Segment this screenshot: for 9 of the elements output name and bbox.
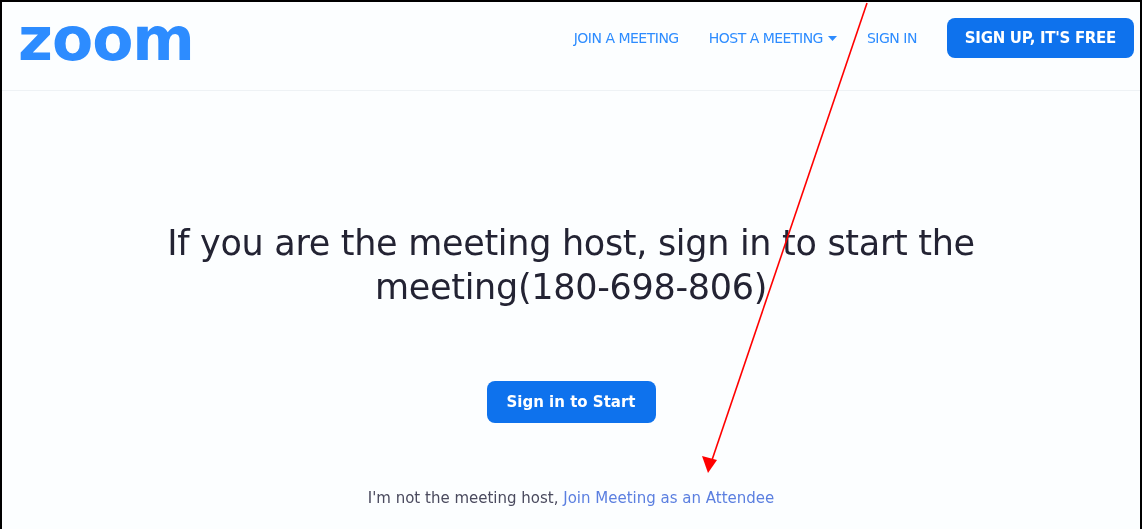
nav-link[interactable]: JOIN A MEETING	[573, 30, 679, 46]
sign-in-to-start-button[interactable]: Sign in to Start	[486, 381, 656, 423]
nav-link[interactable]: SIGN IN	[866, 30, 917, 46]
join-as-attendee-link[interactable]: Join Meeting as an Attendee	[563, 489, 775, 507]
zoom-logo[interactable]: zoom	[18, 9, 194, 69]
sign-up-button[interactable]: SIGN UP, IT'S FREE	[946, 18, 1134, 58]
caret-icon	[827, 35, 837, 41]
not-host-text: I'm not the meeting host,	[367, 489, 559, 507]
nav-dropdown[interactable]: HOST A MEETING	[708, 30, 837, 46]
